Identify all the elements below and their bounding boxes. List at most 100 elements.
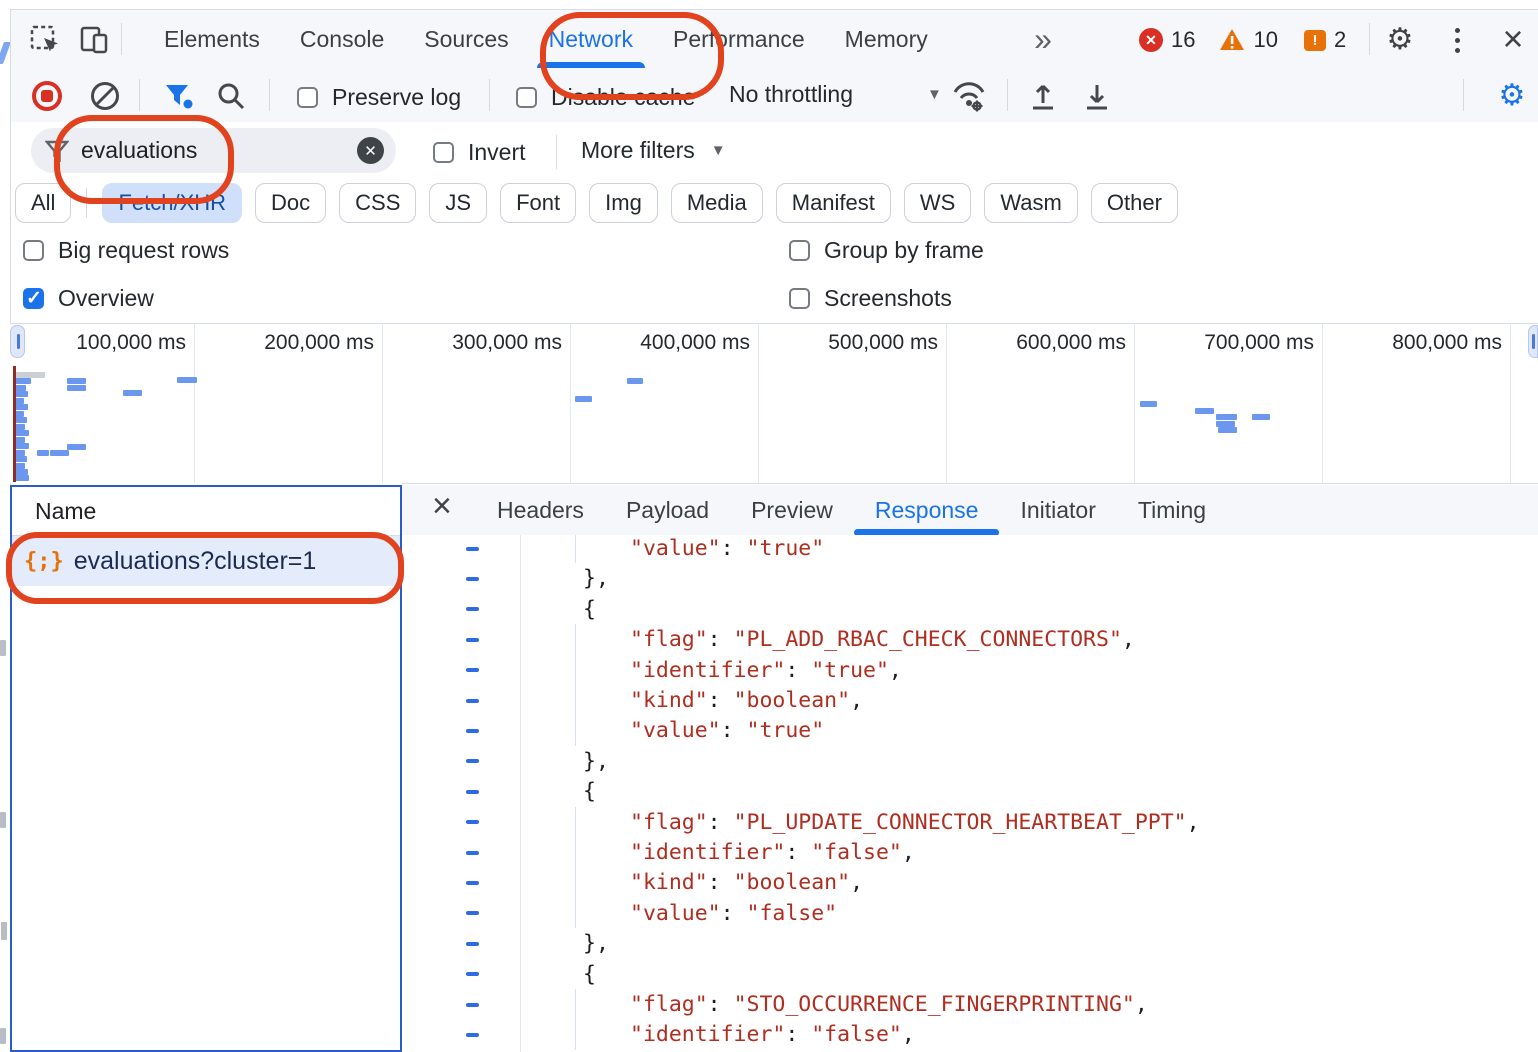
invert-option[interactable]: Invert — [433, 139, 526, 166]
disable-cache-option[interactable]: Disable cache — [516, 84, 695, 111]
screenshots-option[interactable]: Screenshots — [789, 285, 952, 312]
code-line: "value": "true" — [523, 715, 1538, 746]
preserve-log-option[interactable]: Preserve log — [297, 84, 461, 111]
chip-css[interactable]: CSS — [339, 183, 416, 223]
tab-performance[interactable]: Performance — [653, 10, 825, 68]
chip-wasm[interactable]: Wasm — [984, 183, 1078, 223]
more-filters-dropdown[interactable]: More filters ▼ — [581, 137, 726, 164]
chip-js[interactable]: JS — [429, 183, 487, 223]
chip-other[interactable]: Other — [1091, 183, 1178, 223]
timeline-tick-label: 600,000 ms — [1016, 331, 1126, 355]
timeline-gridline — [758, 324, 759, 483]
toolbar-divider — [121, 23, 122, 55]
errors-icon: ✕ — [1139, 28, 1163, 52]
detail-tab-preview[interactable]: Preview — [730, 485, 854, 535]
import-har-icon[interactable] — [1025, 79, 1061, 113]
screenshots-checkbox[interactable] — [789, 288, 810, 309]
throttling-dropdown[interactable]: No throttling ▼ — [729, 81, 942, 108]
overview-checkbox[interactable] — [23, 288, 44, 309]
code-line: "identifier": "false", — [523, 1019, 1538, 1050]
big-request-rows-option[interactable]: Big request rows — [23, 237, 229, 264]
chip-ws[interactable]: WS — [904, 183, 971, 223]
code-line: "kind": "boolean", — [523, 685, 1538, 716]
detail-tab-headers[interactable]: Headers — [476, 485, 605, 535]
big-request-rows-checkbox[interactable] — [23, 240, 44, 261]
timeline-overview[interactable]: 100,000 ms200,000 ms300,000 ms400,000 ms… — [10, 324, 1538, 483]
network-conditions-icon[interactable] — [949, 78, 989, 114]
overview-option[interactable]: Overview — [23, 285, 154, 312]
chip-manifest[interactable]: Manifest — [776, 183, 891, 223]
search-icon[interactable] — [213, 79, 249, 113]
record-network-log-icon[interactable] — [29, 78, 65, 114]
chip-all[interactable]: All — [15, 183, 71, 223]
code-line: "identifier": "false", — [523, 837, 1538, 868]
toggle-device-toolbar-icon[interactable] — [77, 23, 111, 57]
json-string-token: "false" — [811, 840, 902, 865]
close-details-icon[interactable]: × — [432, 487, 452, 526]
timeline-right-handle[interactable] — [1528, 325, 1538, 358]
page-behind-fragment — [0, 1028, 6, 1044]
invert-checkbox[interactable] — [433, 142, 454, 163]
console-status[interactable]: ✕ 16 10 ! 2 — [1139, 27, 1346, 53]
toolbar-divider — [139, 79, 140, 111]
detail-tab-payload[interactable]: Payload — [605, 485, 730, 535]
group-by-frame-option[interactable]: Group by frame — [789, 237, 984, 264]
network-settings-gear-icon[interactable]: ⚙ — [1493, 78, 1531, 114]
json-string-token: "STO_OCCURRENCE_FINGERPRINTING" — [734, 992, 1135, 1017]
timeline-gridline — [194, 324, 195, 483]
request-row[interactable]: {;}evaluations?cluster=1 — [12, 536, 400, 586]
detail-tab-timing[interactable]: Timing — [1117, 485, 1227, 535]
line-marker-dash — [466, 942, 479, 946]
tab-elements[interactable]: Elements — [144, 10, 280, 68]
chip-fetch-xhr[interactable]: Fetch/XHR — [102, 183, 242, 223]
tab-memory[interactable]: Memory — [825, 10, 948, 68]
detail-tab-response[interactable]: Response — [854, 485, 1000, 535]
network-options: Big request rows Group by frame Overview… — [11, 225, 1538, 324]
more-tabs-icon[interactable]: » — [1023, 21, 1063, 57]
json-string-token: "identifier" — [630, 1022, 785, 1047]
json-punctuation-token: : — [708, 992, 734, 1017]
json-string-token: "false" — [811, 1022, 902, 1047]
detail-tabs: HeadersPayloadPreviewResponseInitiatorTi… — [476, 485, 1227, 535]
filter-input[interactable] — [79, 136, 323, 165]
menu-kebab-icon[interactable] — [1449, 25, 1465, 55]
tab-network[interactable]: Network — [529, 10, 653, 68]
group-by-frame-checkbox[interactable] — [789, 240, 810, 261]
throttling-value: No throttling — [729, 81, 853, 108]
export-har-icon[interactable] — [1079, 79, 1115, 113]
timeline-gridline — [1134, 324, 1135, 483]
timeline-request-bar — [15, 385, 26, 391]
detail-tab-initiator[interactable]: Initiator — [999, 485, 1116, 535]
json-punctuation-token: { — [583, 779, 596, 804]
clear-network-log-icon[interactable] — [87, 78, 123, 114]
settings-gear-icon[interactable]: ⚙ — [1383, 23, 1417, 57]
json-punctuation-token: , — [889, 658, 902, 683]
disable-cache-label: Disable cache — [551, 84, 695, 111]
request-row-label: evaluations?cluster=1 — [74, 547, 317, 576]
timeline-gridline — [1322, 324, 1323, 483]
line-marker-dash — [466, 729, 479, 733]
name-column-header[interactable]: Name — [12, 487, 400, 536]
tab-sources[interactable]: Sources — [404, 10, 528, 68]
tab-console[interactable]: Console — [280, 10, 404, 68]
timeline-tick-label: 700,000 ms — [1204, 331, 1314, 355]
chip-media[interactable]: Media — [671, 183, 763, 223]
inspect-element-icon[interactable] — [28, 23, 62, 57]
json-punctuation-token: : — [708, 810, 734, 835]
code-line: { — [523, 776, 1538, 807]
json-punctuation-token: }, — [583, 749, 609, 774]
chip-doc[interactable]: Doc — [255, 183, 326, 223]
timeline-left-handle[interactable] — [10, 325, 25, 358]
chip-font[interactable]: Font — [500, 183, 576, 223]
preserve-log-checkbox[interactable] — [297, 87, 318, 108]
chip-img[interactable]: Img — [589, 183, 658, 223]
close-devtools-icon[interactable]: × — [1495, 20, 1531, 58]
code-line: "identifier": "true", — [523, 655, 1538, 686]
response-viewer[interactable]: "value": "true"},{"flag": "PL_ADD_RBAC_C… — [402, 535, 1538, 1052]
line-marker-dash — [466, 790, 479, 794]
json-punctuation-token: , — [850, 688, 863, 713]
disable-cache-checkbox[interactable] — [516, 87, 537, 108]
filter-funnel-icon[interactable] — [161, 80, 197, 112]
clear-filter-icon[interactable]: ✕ — [357, 137, 384, 164]
filter-pill[interactable]: ✕ — [31, 128, 396, 173]
